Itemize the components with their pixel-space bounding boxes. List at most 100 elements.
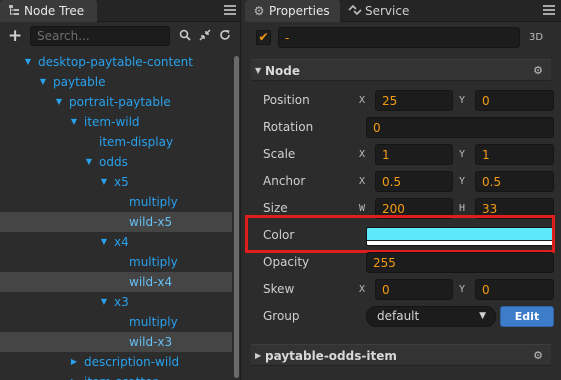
node-tree-toolbar: + [0, 23, 240, 51]
node-section-header[interactable]: ▼ Node ⚙ [251, 59, 551, 81]
tree-row[interactable]: ▼ portrait-paytable [0, 92, 232, 112]
anchor-y-field[interactable] [475, 171, 554, 192]
skew-x-field[interactable] [375, 279, 453, 300]
expand-arrow-icon[interactable]: ▼ [84, 152, 94, 172]
prop-label: Position [263, 93, 310, 107]
tree-row-label: wild-x3 [129, 335, 173, 349]
tree-row-label: x4 [114, 235, 129, 249]
tab-service-label: Service [365, 4, 410, 18]
position-y-field[interactable] [475, 90, 554, 111]
rotation-row: Rotation [251, 114, 554, 141]
node-active-checkbox[interactable]: ✔ [256, 30, 271, 45]
section-title: paytable-odds-item [265, 349, 397, 363]
tree-row[interactable]: item-display [0, 132, 232, 152]
node-header: ✔ 3D [245, 23, 561, 53]
tree-row-label: description-wild [84, 355, 180, 369]
prop-label: Anchor [263, 174, 306, 188]
collapse-arrow-icon[interactable]: ▶ [69, 372, 79, 380]
tree-row[interactable]: ▼ desktop-paytable-content [0, 52, 232, 72]
panel-menu-icon[interactable] [543, 5, 555, 17]
add-node-button[interactable]: + [8, 28, 22, 45]
tree-scrollbar[interactable] [233, 52, 240, 380]
3d-toggle[interactable]: 3D [529, 32, 543, 43]
tab-properties[interactable]: ⚙ Properties [245, 0, 340, 22]
tree-row[interactable]: ▼ x3 [0, 292, 232, 312]
expand-arrow-icon[interactable]: ▼ [99, 232, 109, 252]
size-height-field[interactable] [475, 198, 554, 219]
tree-row[interactable]: multiply [0, 252, 232, 272]
tree-row[interactable]: wild-x4 [0, 272, 232, 292]
rotation-field[interactable] [366, 117, 554, 138]
tree-row[interactable]: ▶ item-scatter [0, 372, 232, 380]
opacity-field[interactable] [366, 252, 554, 273]
tree-row[interactable]: multiply [0, 192, 232, 212]
panel-menu-icon[interactable] [224, 5, 236, 17]
properties-panel: ⚙ Properties Service ✔ 3D ▼ Node ⚙ Posit… [245, 0, 561, 380]
tree-row-label: odds [99, 155, 128, 169]
skew-y-field[interactable] [475, 279, 554, 300]
group-select[interactable]: default ▼ [366, 306, 496, 327]
edit-group-button[interactable]: Edit [500, 306, 554, 327]
tree-row-label: item-wild [84, 115, 140, 129]
expand-arrow-icon[interactable]: ▼ [99, 172, 109, 192]
search-icon[interactable] [178, 29, 192, 43]
expand-arrow-icon[interactable]: ▼ [69, 112, 79, 132]
scale-row: Scale X Y [251, 141, 554, 168]
node-name-field[interactable] [278, 27, 520, 48]
size-width-field[interactable] [375, 198, 453, 219]
tree-row-label: multiply [129, 255, 178, 269]
expand-arrow-icon[interactable]: ▼ [38, 72, 48, 92]
tree-row[interactable]: ▼ item-wild [0, 112, 232, 132]
collapse-all-icon[interactable] [198, 29, 212, 43]
expand-arrow-icon[interactable]: ▼ [23, 52, 33, 72]
tree-row-label: desktop-paytable-content [38, 55, 193, 69]
tab-node-tree[interactable]: Node Tree [0, 0, 97, 22]
node-tree-list: ▼ desktop-paytable-content ▼ paytable ▼ … [0, 52, 232, 380]
axis-label: Y [459, 95, 466, 106]
scale-y-field[interactable] [475, 144, 554, 165]
tree-row[interactable]: ▶ description-wild [0, 352, 232, 372]
tab-properties-label: Properties [269, 4, 330, 18]
color-swatch [367, 228, 553, 240]
scale-x-field[interactable] [375, 144, 453, 165]
group-row: Group default ▼ Edit [251, 303, 554, 330]
properties-tabbar: ⚙ Properties Service [245, 0, 561, 22]
skew-row: Skew X Y [251, 276, 554, 303]
hierarchy-icon [7, 4, 21, 18]
prop-label: Color [263, 228, 295, 242]
prop-label: Size [263, 201, 288, 215]
tree-row[interactable]: ▼ odds [0, 152, 232, 172]
prop-label: Group [263, 309, 300, 323]
axis-label: Y [459, 176, 466, 187]
tab-service[interactable]: Service [341, 0, 421, 22]
axis-label: X [359, 176, 366, 187]
gear-icon: ⚙ [253, 4, 265, 18]
collapse-arrow-icon[interactable]: ▶ [69, 352, 79, 372]
tree-row[interactable]: ▼ paytable [0, 72, 232, 92]
refresh-icon[interactable] [218, 29, 232, 43]
tab-node-tree-label: Node Tree [24, 4, 85, 18]
prop-label: Scale [263, 147, 296, 161]
expand-arrow-icon[interactable]: ▼ [99, 292, 109, 312]
gear-icon[interactable]: ⚙ [533, 60, 543, 82]
properties-scrollbar[interactable] [555, 53, 561, 380]
prop-label: Skew [263, 282, 295, 296]
color-picker-field[interactable] [366, 227, 554, 246]
tree-row[interactable]: ▼ x4 [0, 232, 232, 252]
position-x-field[interactable] [375, 90, 453, 111]
component-section-header[interactable]: ▶ paytable-odds-item ⚙ [251, 344, 551, 366]
gear-icon[interactable]: ⚙ [533, 345, 543, 367]
search-input[interactable] [30, 26, 170, 46]
tree-row[interactable]: ▼ x5 [0, 172, 232, 192]
tree-row[interactable]: multiply [0, 312, 232, 332]
anchor-x-field[interactable] [375, 171, 453, 192]
expand-arrow-icon[interactable]: ▼ [54, 92, 64, 112]
tree-row-label: item-scatter [84, 372, 157, 380]
tree-row[interactable]: wild-x3 [0, 332, 232, 352]
tree-row-label: x3 [114, 295, 129, 309]
node-tree-tabbar: Node Tree [0, 0, 240, 22]
tree-row[interactable]: wild-x5 [0, 212, 232, 232]
size-row: Size W H [251, 195, 554, 222]
tree-scrollbar-thumb[interactable] [234, 56, 239, 378]
prop-label: Opacity [263, 255, 310, 269]
